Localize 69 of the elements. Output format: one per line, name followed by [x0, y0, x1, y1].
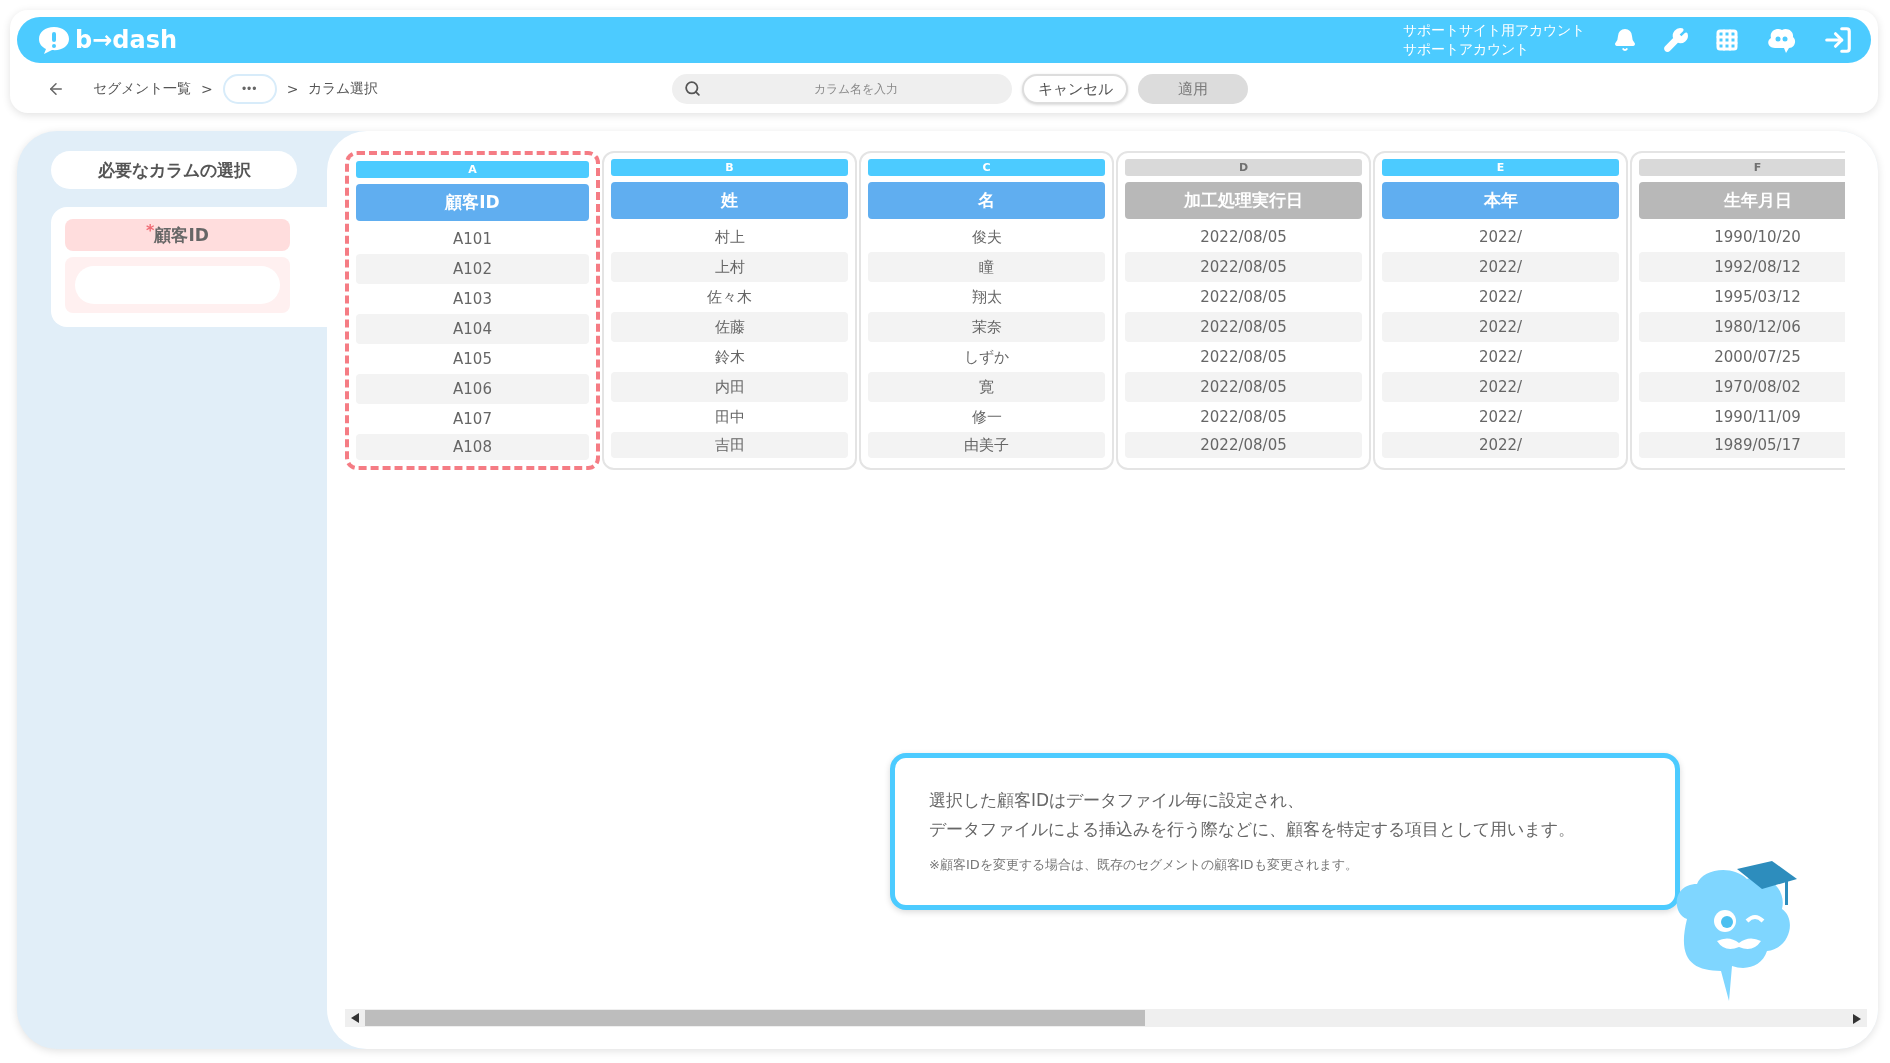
table-cell: 2022/08/05: [1125, 312, 1362, 342]
wrench-icon[interactable]: [1663, 27, 1689, 53]
callout-note: ※顧客IDを変更する場合は、既存のセグメントの顧客IDも変更されます。: [929, 856, 1359, 874]
column-header[interactable]: 生年月日: [1639, 182, 1845, 219]
table-column[interactable]: E 本年 2022/ 2022/ 2022/ 2022/ 2022/ 2022/ 2022/ 2022/: [1373, 151, 1628, 470]
breadcrumb-link[interactable]: セグメント一覧: [93, 80, 191, 98]
search-icon: [684, 80, 701, 97]
table-cell: A106: [356, 374, 589, 404]
table-cell: 2022/: [1382, 312, 1619, 342]
table-cell: 1970/08/02: [1639, 372, 1845, 402]
account-name: サポートサイト用アカウント: [1403, 21, 1585, 40]
table-cell: 2022/: [1382, 432, 1619, 458]
column-header[interactable]: 本年: [1382, 182, 1619, 219]
account-name: サポートアカウント: [1403, 40, 1530, 59]
table-cell: 由美子: [868, 432, 1105, 458]
table-cell: 茉奈: [868, 312, 1105, 342]
table-cell: 2022/08/05: [1125, 432, 1362, 458]
table-cell: 2022/: [1382, 252, 1619, 282]
table-cell: 2022/: [1382, 372, 1619, 402]
breadcrumb-separator: >: [286, 81, 299, 97]
column-letter[interactable]: F: [1639, 159, 1845, 176]
speech-bubble-icon: [37, 25, 71, 55]
table-column[interactable]: F 生年月日 1990/10/20 1992/08/12 1995/03/12 1980/12/06 2000/07/25 1970/08/02 1990/11/09 1989/05/17: [1630, 151, 1845, 470]
column-letter[interactable]: A: [356, 161, 589, 178]
breadcrumb-separator: >: [201, 81, 213, 97]
bell-icon[interactable]: [1613, 28, 1637, 52]
table-cell: A102: [356, 254, 589, 284]
column-header[interactable]: 姓: [611, 182, 848, 219]
column-header[interactable]: 加工処理実行日: [1125, 182, 1362, 219]
table-cell: 1980/12/06: [1639, 312, 1845, 342]
scroll-left-icon[interactable]: [351, 1013, 359, 1023]
table-cell: 吉田: [611, 432, 848, 458]
table-cell: 上村: [611, 252, 848, 282]
column-letter[interactable]: B: [611, 159, 848, 176]
back-icon[interactable]: [47, 80, 65, 98]
table-cell: 内田: [611, 372, 848, 402]
table-cell: A108: [356, 434, 589, 460]
table-cell: 2022/08/05: [1125, 372, 1362, 402]
table-cell: 佐藤: [611, 312, 848, 342]
callout-text: データファイルによる挿込みを行う際などに、顧客を特定する項目として用います。: [929, 818, 1575, 841]
table-cell: 1989/05/17: [1639, 432, 1845, 458]
search-field[interactable]: カラム名を入力: [672, 74, 1012, 104]
required-field-label: *顧客ID: [65, 219, 290, 251]
column-header[interactable]: 名: [868, 182, 1105, 219]
table-column[interactable]: B 姓 村上 上村 佐々木 佐藤 鈴木 内田 田中 吉田: [602, 151, 857, 470]
horizontal-scrollbar[interactable]: [345, 1009, 1867, 1027]
table-cell: 2022/08/05: [1125, 252, 1362, 282]
more-button[interactable]: •••: [222, 74, 277, 104]
table-column[interactable]: A 顧客ID A101 A102 A103 A104 A105 A106 A107 A108: [345, 151, 600, 470]
grid-icon[interactable]: [1715, 28, 1739, 52]
table-cell: 寛: [868, 372, 1105, 402]
table-column[interactable]: C 名 俊夫 瞳 翔太 茉奈 しずか 寛 修一 由美子: [859, 151, 1114, 470]
section-title: 必要なカラムの選択: [51, 151, 297, 189]
logo-text: b→dash: [75, 26, 178, 54]
column-letter[interactable]: E: [1382, 159, 1619, 176]
column-letter[interactable]: C: [868, 159, 1105, 176]
scroll-right-icon[interactable]: [1853, 1013, 1861, 1024]
column-letter[interactable]: D: [1125, 159, 1362, 176]
callout-text: 選択した顧客IDはデータファイル毎に設定され、: [929, 789, 1305, 812]
table-column[interactable]: D 加工処理実行日 2022/08/05 2022/08/05 2022/08/05 2022/08/05 2022/08/05 2022/08/05 2022/08/05 2022/08/05: [1116, 151, 1371, 470]
column-header[interactable]: 顧客ID: [356, 184, 589, 221]
logout-icon[interactable]: [1823, 25, 1853, 55]
cancel-button[interactable]: キャンセル: [1022, 74, 1128, 104]
table-cell: A104: [356, 314, 589, 344]
breadcrumb-current: カラム選択: [308, 80, 379, 98]
mascot-head-icon[interactable]: [1765, 26, 1797, 54]
table-cell: 瞳: [868, 252, 1105, 282]
scrollbar-thumb[interactable]: [365, 1010, 1145, 1026]
table-cell: 1992/08/12: [1639, 252, 1845, 282]
